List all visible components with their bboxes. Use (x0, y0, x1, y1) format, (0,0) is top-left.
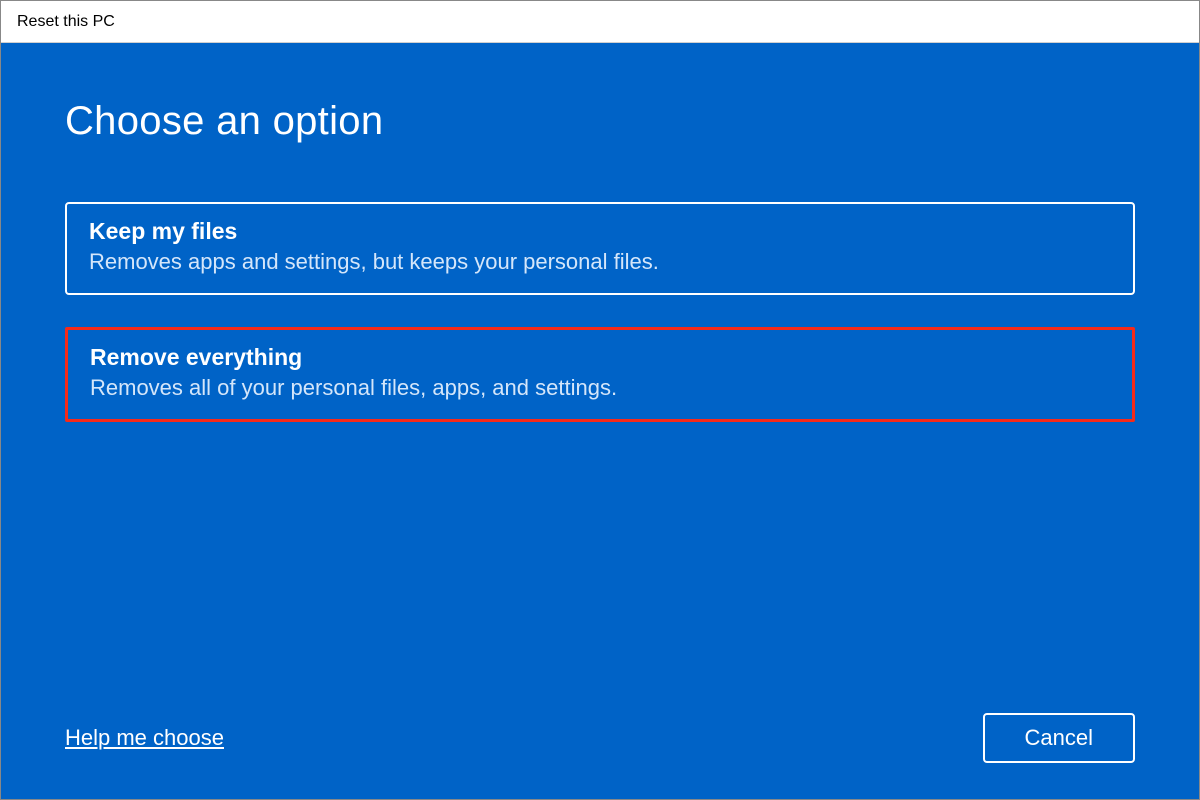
reset-pc-dialog: Reset this PC Choose an option Keep my f… (0, 0, 1200, 800)
option-description: Removes apps and settings, but keeps you… (89, 249, 1111, 275)
option-title: Remove everything (90, 344, 1110, 371)
option-description: Removes all of your personal files, apps… (90, 375, 1110, 401)
dialog-footer: Help me choose Cancel (65, 713, 1135, 763)
help-me-choose-link[interactable]: Help me choose (65, 725, 224, 751)
option-title: Keep my files (89, 218, 1111, 245)
titlebar: Reset this PC (1, 1, 1199, 43)
option-remove-everything[interactable]: Remove everything Removes all of your pe… (65, 327, 1135, 422)
dialog-content: Choose an option Keep my files Removes a… (1, 43, 1199, 799)
cancel-button[interactable]: Cancel (983, 713, 1135, 763)
option-keep-my-files[interactable]: Keep my files Removes apps and settings,… (65, 202, 1135, 295)
window-title: Reset this PC (17, 13, 115, 31)
page-heading: Choose an option (65, 99, 1135, 144)
options-list: Keep my files Removes apps and settings,… (65, 202, 1135, 422)
